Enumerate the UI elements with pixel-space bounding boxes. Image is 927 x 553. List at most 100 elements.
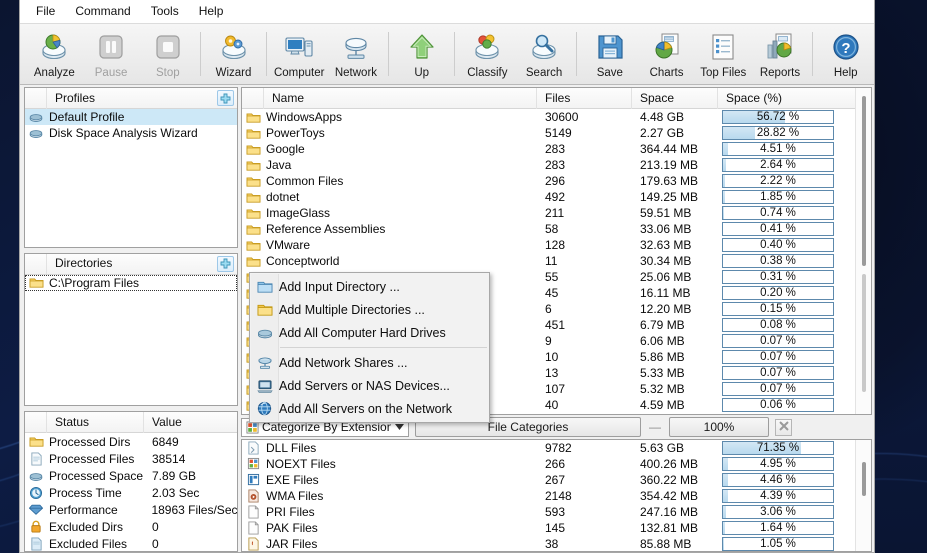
space-percent-label: 4.51 % <box>723 143 833 155</box>
space-percent-bar: 2.22 % <box>722 174 834 188</box>
profiles-header-label: Profiles <box>47 88 237 109</box>
status-column-header[interactable]: Status <box>47 412 144 433</box>
table-row[interactable]: PowerToys51492.27 GB28.82 % <box>242 125 855 141</box>
toolbar-button-stop[interactable]: Stop <box>139 26 196 84</box>
toolbar-button-top-files[interactable]: Top Files <box>695 26 752 84</box>
lock-icon <box>25 520 47 534</box>
header-gutter <box>25 412 47 433</box>
save-floppy-icon <box>594 31 626 63</box>
table-row[interactable]: WMA Files2148354.42 MB4.39 % <box>242 488 855 504</box>
folder-icon <box>242 255 264 268</box>
svg-text:?: ? <box>841 40 850 57</box>
column-header-space[interactable]: Space <box>632 88 718 109</box>
context-menu-item-add-all-servers[interactable]: Add All Servers on the Network <box>250 397 489 420</box>
status-value: 7.89 GB <box>144 469 196 483</box>
toolbar-button-classify[interactable]: Classify <box>459 26 516 84</box>
toolbar-button-pause[interactable]: Pause <box>83 26 140 84</box>
list-item[interactable]: C:\Program Files <box>25 275 237 291</box>
table-row[interactable]: dotnet492149.25 MB1.85 % <box>242 189 855 205</box>
toolbar-button-save[interactable]: Save <box>581 26 638 84</box>
table-row[interactable]: Reference Assemblies5833.06 MB0.41 % <box>242 221 855 237</box>
table-row[interactable]: JAR Files3885.88 MB1.05 % <box>242 536 855 551</box>
file-name-cell: Java <box>264 158 537 172</box>
table-row[interactable]: Performance 18963 Files/Sec <box>25 501 237 518</box>
add-directory-button[interactable] <box>217 256 234 272</box>
folder-icon <box>242 111 264 124</box>
table-row[interactable]: NOEXT Files266400.26 MB4.95 % <box>242 456 855 472</box>
table-row[interactable]: Processed Files 38514 <box>25 450 237 467</box>
column-header-name[interactable]: Name <box>264 88 537 109</box>
space-percent-bar: 2.64 % <box>722 158 834 172</box>
application-window: File Command Tools Help Analyze <box>19 0 875 553</box>
toolbar-label: Search <box>526 67 562 79</box>
toolbar-button-computer[interactable]: Computer <box>271 26 328 84</box>
toolbar-label: Network <box>335 67 377 79</box>
directories-list[interactable]: C:\Program Files <box>25 275 237 406</box>
table-row[interactable]: Excluded Files 0 <box>25 535 237 551</box>
left-column: Profiles <box>20 85 238 552</box>
toolbar-button-charts[interactable]: Charts <box>638 26 695 84</box>
zoom-level-button[interactable]: 100% <box>669 417 769 437</box>
context-menu-item-add-multiple-directories[interactable]: Add Multiple Directories ... <box>250 298 489 321</box>
files-count-cell: 267 <box>537 473 632 487</box>
category-name-cell: DLL Files <box>264 441 537 455</box>
toolbar-button-up[interactable]: Up <box>393 26 450 84</box>
status-list[interactable]: Processed Dirs 6849 Processed Files 3851… <box>25 433 237 551</box>
close-panel-button[interactable] <box>775 419 792 436</box>
column-header-space-pct[interactable]: Space (%) <box>718 88 855 109</box>
table-row[interactable]: Conceptworld1130.34 MB0.38 % <box>242 253 855 269</box>
context-menu-item-add-all-hard-drives[interactable]: Add All Computer Hard Drives <box>250 321 489 344</box>
table-row[interactable]: Processed Dirs 6849 <box>25 433 237 450</box>
context-menu-item-label: Add All Servers on the Network <box>279 402 452 416</box>
menu-command[interactable]: Command <box>65 1 140 22</box>
category-list-rows[interactable]: DLL Files97825.63 GB71.35 %NOEXT Files26… <box>242 440 855 551</box>
files-count-cell: 38 <box>537 537 632 551</box>
space-percent-label: 4.39 % <box>723 490 833 502</box>
column-header-files[interactable]: Files <box>537 88 632 109</box>
file-icon <box>25 452 47 466</box>
table-row[interactable]: PAK Files145132.81 MB1.64 % <box>242 520 855 536</box>
table-row[interactable]: WindowsApps306004.48 GB56.72 % <box>242 109 855 125</box>
list-item[interactable]: Disk Space Analysis Wizard <box>25 125 237 141</box>
menu-tools[interactable]: Tools <box>141 1 189 22</box>
table-row[interactable]: ImageGlass21159.51 MB0.74 % <box>242 205 855 221</box>
diamond-icon <box>25 503 47 516</box>
value-column-header[interactable]: Value <box>144 412 237 433</box>
table-row[interactable]: Google283364.44 MB4.51 % <box>242 141 855 157</box>
context-menu-item-add-network-shares[interactable]: Add Network Shares ... <box>250 351 489 374</box>
toolbar-button-help[interactable]: ? Help <box>817 26 874 84</box>
space-percent-label: 2.64 % <box>723 159 833 171</box>
toolbar-button-search[interactable]: Search <box>516 26 573 84</box>
scrollbar-track-lower[interactable] <box>862 274 866 392</box>
toolbar-button-network[interactable]: Network <box>328 26 385 84</box>
context-menu-item-add-input-directory[interactable]: Add Input Directory ... <box>250 275 489 298</box>
toolbar-button-reports[interactable]: Reports <box>752 26 809 84</box>
list-item[interactable]: Default Profile <box>25 109 237 125</box>
top-files-icon <box>707 31 739 63</box>
table-row[interactable]: Java283213.19 MB2.64 % <box>242 157 855 173</box>
table-row[interactable]: VMware12832.63 MB0.40 % <box>242 237 855 253</box>
scrollbar-thumb[interactable] <box>862 96 866 266</box>
file-list-scrollbar[interactable] <box>855 88 871 414</box>
file-name-cell: Google <box>264 142 537 156</box>
category-list-scrollbar[interactable] <box>855 440 871 551</box>
toolbar-button-wizard[interactable]: Wizard <box>205 26 262 84</box>
profiles-list[interactable]: Default Profile Disk Space Analysis Wiza… <box>25 109 237 247</box>
toolbar-button-analyze[interactable]: Analyze <box>26 26 83 84</box>
menu-file[interactable]: File <box>26 1 65 22</box>
table-row[interactable]: EXE Files267360.22 MB4.46 % <box>242 472 855 488</box>
scrollbar-thumb[interactable] <box>862 462 866 496</box>
add-profile-button[interactable] <box>217 90 234 106</box>
menu-help[interactable]: Help <box>189 1 234 22</box>
table-row[interactable]: Excluded Dirs 0 <box>25 518 237 535</box>
context-menu-item-add-servers-nas[interactable]: Add Servers or NAS Devices... <box>250 374 489 397</box>
space-percent-bar: 4.46 % <box>722 473 834 487</box>
charts-pie-icon <box>651 31 683 63</box>
table-row[interactable]: Processed Space 7.89 GB <box>25 467 237 484</box>
table-row[interactable]: Common Files296179.63 MB2.22 % <box>242 173 855 189</box>
table-row[interactable]: Process Time 2.03 Sec <box>25 484 237 501</box>
profiles-header: Profiles <box>25 88 237 109</box>
context-menu[interactable]: Add Input Directory ... Add Multiple Dir… <box>249 272 490 423</box>
table-row[interactable]: PRI Files593247.16 MB3.06 % <box>242 504 855 520</box>
table-row[interactable]: DLL Files97825.63 GB71.35 % <box>242 440 855 456</box>
